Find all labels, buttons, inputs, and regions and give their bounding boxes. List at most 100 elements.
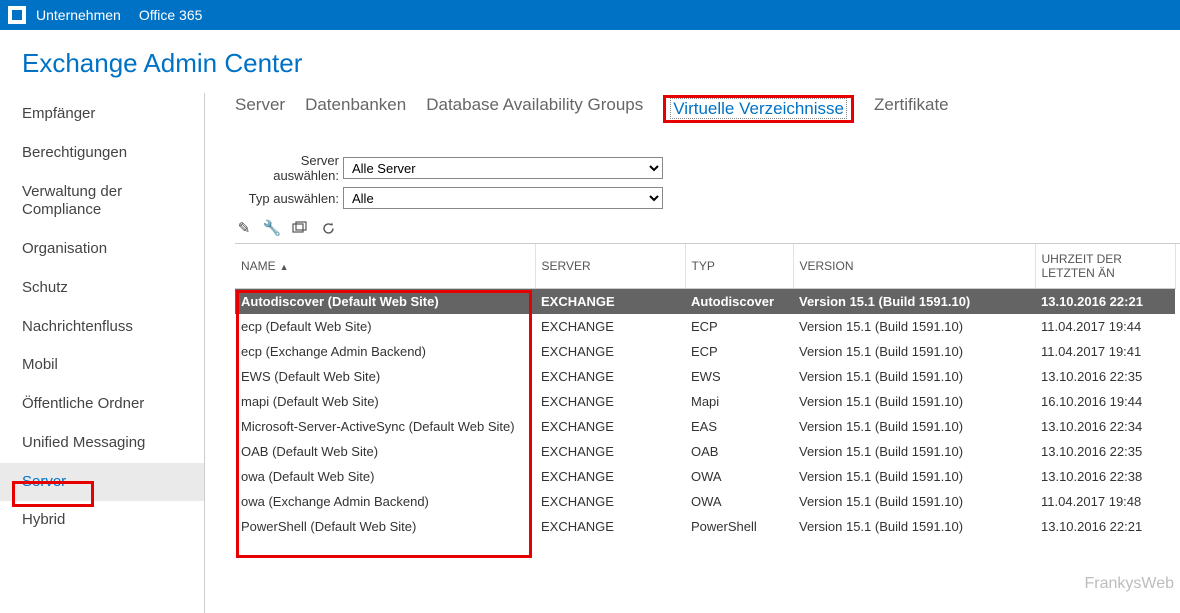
topbar-company[interactable]: Unternehmen <box>36 7 121 23</box>
tabs: Server Datenbanken Database Availability G… <box>235 95 1180 123</box>
type-select-label: Typ auswählen: <box>235 191 343 206</box>
tab-virtuelle-verzeichnisse[interactable]: Virtuelle Verzeichnisse <box>670 98 847 119</box>
tab-server[interactable]: Server <box>235 95 285 123</box>
table-row[interactable]: EWS (Default Web Site)EXCHANGEEWSVersion… <box>235 364 1175 389</box>
server-select[interactable]: Alle Server <box>343 157 663 179</box>
cell-name: Microsoft-Server-ActiveSync (Default Web… <box>235 414 535 439</box>
tab-zertifikate[interactable]: Zertifikate <box>874 95 949 123</box>
top-bar: Unternehmen Office 365 <box>0 0 1180 30</box>
cell-server: EXCHANGE <box>535 339 685 364</box>
cell-typ: OAB <box>685 439 793 464</box>
sidebar-item-empf-nger[interactable]: Empfänger <box>0 95 204 134</box>
cell-version: Version 15.1 (Build 1591.10) <box>793 414 1035 439</box>
table-row[interactable]: mapi (Default Web Site)EXCHANGEMapiVersi… <box>235 389 1175 414</box>
cell-time: 13.10.2016 22:21 <box>1035 289 1175 315</box>
cell-version: Version 15.1 (Build 1591.10) <box>793 364 1035 389</box>
watermark: FrankysWeb <box>1084 575 1174 593</box>
cell-typ: EWS <box>685 364 793 389</box>
cell-typ: PowerShell <box>685 514 793 539</box>
cell-time: 13.10.2016 22:38 <box>1035 464 1175 489</box>
col-typ[interactable]: TYP <box>685 244 793 289</box>
cell-time: 13.10.2016 22:21 <box>1035 514 1175 539</box>
sidebar-item-hybrid[interactable]: Hybrid <box>0 501 204 540</box>
refresh-icon[interactable] <box>319 219 337 237</box>
cell-server: EXCHANGE <box>535 289 685 315</box>
table-row[interactable]: ecp (Default Web Site)EXCHANGEECPVersion… <box>235 314 1175 339</box>
col-name[interactable]: NAME▲ <box>235 244 535 289</box>
content-area: Server Datenbanken Database Availability G… <box>205 93 1180 613</box>
page-title: Exchange Admin Center <box>0 30 1180 93</box>
table-row[interactable]: owa (Exchange Admin Backend)EXCHANGEOWAV… <box>235 489 1175 514</box>
sidebar-item-server[interactable]: Server <box>0 463 204 502</box>
table-row[interactable]: PowerShell (Default Web Site)EXCHANGEPow… <box>235 514 1175 539</box>
cell-time: 13.10.2016 22:35 <box>1035 439 1175 464</box>
cell-server: EXCHANGE <box>535 414 685 439</box>
cell-typ: EAS <box>685 414 793 439</box>
tab-database-availability-groups[interactable]: Database Availability Groups <box>426 95 643 123</box>
sort-asc-icon: ▲ <box>280 262 289 272</box>
cell-version: Version 15.1 (Build 1591.10) <box>793 389 1035 414</box>
office-logo-icon <box>8 6 26 24</box>
annotation-highlight-tab: Virtuelle Verzeichnisse <box>663 95 854 123</box>
sidebar-item-organisation[interactable]: Organisation <box>0 230 204 269</box>
cell-name: ecp (Exchange Admin Backend) <box>235 339 535 364</box>
cell-time: 16.10.2016 19:44 <box>1035 389 1175 414</box>
toolbar: ✎ 🔧 <box>235 219 1180 237</box>
sidebar-item-mobil[interactable]: Mobil <box>0 346 204 385</box>
sidebar-item-schutz[interactable]: Schutz <box>0 269 204 308</box>
server-select-label: Server auswählen: <box>235 153 343 183</box>
cell-server: EXCHANGE <box>535 464 685 489</box>
cell-name: OAB (Default Web Site) <box>235 439 535 464</box>
table-row[interactable]: Microsoft-Server-ActiveSync (Default Web… <box>235 414 1175 439</box>
wrench-icon[interactable]: 🔧 <box>263 219 281 237</box>
topbar-office365[interactable]: Office 365 <box>139 7 203 23</box>
cell-server: EXCHANGE <box>535 489 685 514</box>
cell-name: PowerShell (Default Web Site) <box>235 514 535 539</box>
table-row[interactable]: Autodiscover (Default Web Site)EXCHANGEA… <box>235 289 1175 315</box>
cell-time: 11.04.2017 19:41 <box>1035 339 1175 364</box>
table-row[interactable]: owa (Default Web Site)EXCHANGEOWAVersion… <box>235 464 1175 489</box>
col-server[interactable]: SERVER <box>535 244 685 289</box>
cell-version: Version 15.1 (Build 1591.10) <box>793 489 1035 514</box>
cell-version: Version 15.1 (Build 1591.10) <box>793 314 1035 339</box>
table: NAME▲ SERVER TYP VERSION UHRZEIT DER LET… <box>235 243 1180 539</box>
sidebar-item-unified-messaging[interactable]: Unified Messaging <box>0 424 204 463</box>
cell-time: 13.10.2016 22:35 <box>1035 364 1175 389</box>
filters: Server auswählen: Alle Server Typ auswäh… <box>235 153 1180 209</box>
cell-server: EXCHANGE <box>535 439 685 464</box>
cell-time: 11.04.2017 19:44 <box>1035 314 1175 339</box>
table-row[interactable]: OAB (Default Web Site)EXCHANGEOABVersion… <box>235 439 1175 464</box>
table-row[interactable]: ecp (Exchange Admin Backend)EXCHANGEECPV… <box>235 339 1175 364</box>
reset-icon[interactable] <box>291 219 309 237</box>
cell-typ: Mapi <box>685 389 793 414</box>
col-time[interactable]: UHRZEIT DER LETZTEN ÄN <box>1035 244 1175 289</box>
cell-server: EXCHANGE <box>535 389 685 414</box>
cell-version: Version 15.1 (Build 1591.10) <box>793 339 1035 364</box>
cell-name: owa (Default Web Site) <box>235 464 535 489</box>
sidebar-item-verwaltung-der-compliance[interactable]: Verwaltung der Compliance <box>0 173 204 231</box>
cell-typ: ECP <box>685 339 793 364</box>
cell-name: mapi (Default Web Site) <box>235 389 535 414</box>
cell-name: EWS (Default Web Site) <box>235 364 535 389</box>
cell-server: EXCHANGE <box>535 314 685 339</box>
sidebar-item-berechtigungen[interactable]: Berechtigungen <box>0 134 204 173</box>
cell-typ: ECP <box>685 314 793 339</box>
cell-version: Version 15.1 (Build 1591.10) <box>793 289 1035 315</box>
cell-time: 11.04.2017 19:48 <box>1035 489 1175 514</box>
cell-version: Version 15.1 (Build 1591.10) <box>793 439 1035 464</box>
cell-name: Autodiscover (Default Web Site) <box>235 289 535 315</box>
cell-name: owa (Exchange Admin Backend) <box>235 489 535 514</box>
cell-name: ecp (Default Web Site) <box>235 314 535 339</box>
cell-typ: OWA <box>685 464 793 489</box>
col-version[interactable]: VERSION <box>793 244 1035 289</box>
cell-server: EXCHANGE <box>535 514 685 539</box>
edit-icon[interactable]: ✎ <box>235 219 253 237</box>
cell-typ: OWA <box>685 489 793 514</box>
tab-datenbanken[interactable]: Datenbanken <box>305 95 406 123</box>
cell-version: Version 15.1 (Build 1591.10) <box>793 514 1035 539</box>
cell-time: 13.10.2016 22:34 <box>1035 414 1175 439</box>
sidebar: EmpfängerBerechtigungenVerwaltung der Co… <box>0 93 205 613</box>
type-select[interactable]: Alle <box>343 187 663 209</box>
sidebar-item--ffentliche-ordner[interactable]: Öffentliche Ordner <box>0 385 204 424</box>
sidebar-item-nachrichtenfluss[interactable]: Nachrichtenfluss <box>0 308 204 347</box>
